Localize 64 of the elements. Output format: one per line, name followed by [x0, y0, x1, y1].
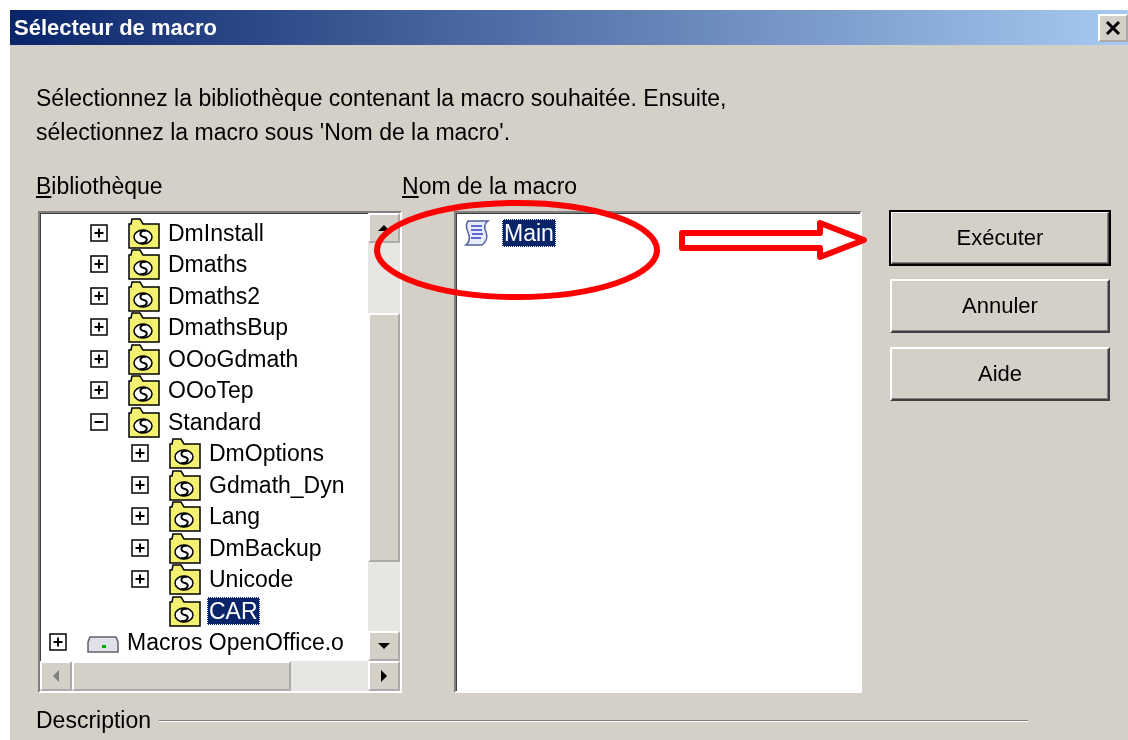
expand-icon[interactable] [90, 381, 108, 400]
arrow-right-icon [381, 670, 387, 682]
expand-icon[interactable] [90, 349, 108, 368]
expand-icon[interactable] [131, 538, 149, 557]
scroll-thumb[interactable] [72, 661, 291, 691]
tree-item[interactable]: Macros OpenOffice.o [125, 628, 346, 657]
folder-icon [127, 215, 161, 250]
arrow-down-icon [378, 643, 390, 649]
folder-icon [168, 593, 202, 628]
folder-icon [127, 278, 161, 313]
expand-icon[interactable] [131, 444, 149, 463]
arrow-left-icon [53, 670, 59, 682]
instruction-text: Sélectionnez la bibliothèque contenant la macro souhaitée. Ensuite, sélectionnez la macro sous 'Nom de la macro'. [36, 84, 728, 147]
run-button[interactable]: Exécuter [890, 211, 1110, 265]
macro-name-label: Nom de la macro [402, 172, 579, 201]
tree-item[interactable]: Standard [166, 407, 264, 436]
expand-icon[interactable] [90, 286, 108, 305]
expand-icon[interactable] [131, 507, 149, 526]
scroll-left-button[interactable] [40, 661, 72, 691]
close-button[interactable] [1098, 13, 1128, 42]
folder-icon [168, 530, 202, 565]
tree-item[interactable]: CAR [207, 596, 260, 625]
tree-item[interactable]: Gdmath_Dyn [207, 470, 347, 499]
arrow-up-icon [378, 225, 390, 231]
library-label: Bibliothèque [36, 172, 164, 201]
collapse-icon[interactable] [90, 412, 108, 431]
horizontal-scrollbar[interactable] [40, 661, 400, 691]
scroll-down-button[interactable] [368, 631, 400, 661]
folder-icon [168, 436, 202, 471]
tree-item[interactable]: Dmaths [166, 250, 250, 279]
tree-item[interactable]: DmInstall [166, 218, 266, 247]
folder-icon [127, 373, 161, 408]
help-button[interactable]: Aide [890, 347, 1110, 401]
folder-icon [127, 310, 161, 345]
expand-icon[interactable] [131, 570, 149, 589]
folder-icon [168, 562, 202, 597]
expand-icon[interactable] [131, 475, 149, 494]
tree-item[interactable]: DmathsBup [166, 313, 291, 342]
macro-list[interactable]: Main [454, 211, 862, 693]
expand-icon[interactable] [90, 255, 108, 274]
folder-icon [127, 404, 161, 439]
tree-item[interactable]: Dmaths2 [166, 281, 263, 310]
scroll-icon [462, 218, 492, 248]
folder-icon [168, 499, 202, 534]
vertical-scrollbar[interactable] [368, 213, 400, 661]
scroll-right-button[interactable] [368, 661, 400, 691]
expand-icon[interactable] [90, 318, 108, 337]
window-title: Sélecteur de macro [13, 14, 217, 41]
folder-icon [127, 247, 161, 282]
tree-item[interactable]: OOoGdmath [166, 344, 301, 373]
tree-item[interactable]: OOoTep [166, 376, 256, 405]
tree-item[interactable]: DmBackup [207, 533, 324, 562]
cancel-button[interactable]: Annuler [890, 279, 1110, 333]
tree-item[interactable]: Lang [207, 502, 263, 531]
expand-icon[interactable] [49, 633, 67, 652]
folder-icon [168, 467, 202, 502]
library-tree[interactable]: DmInstall Dmaths Dmaths2 DmathsBup OOoGdmath OOoTep Standard DmOptions Gdmath_Dyn Lang DmBackup Unicode CAR Macros OpenOffice.o [38, 211, 402, 693]
expand-icon[interactable] [90, 223, 108, 242]
tree-item[interactable]: Unicode [207, 565, 296, 594]
scroll-thumb[interactable] [368, 313, 400, 562]
macro-item[interactable]: Main [502, 219, 556, 247]
folder-icon [127, 341, 161, 376]
description-label: Description [36, 707, 152, 734]
tree-item[interactable]: DmOptions [207, 439, 327, 468]
